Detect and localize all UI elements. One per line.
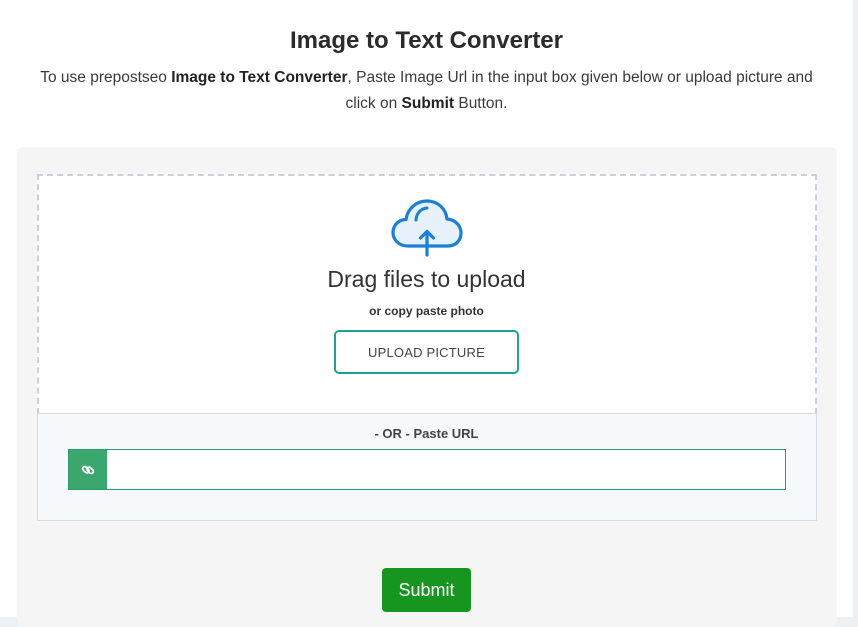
paste-url-label: - OR - Paste URL <box>374 426 479 441</box>
intro-text-part: To use prepostseo <box>40 69 172 86</box>
upload-picture-button[interactable]: UPLOAD PICTURE <box>334 330 519 374</box>
intro-submit-word: Submit <box>401 95 455 112</box>
drag-files-text: Drag files to upload <box>327 266 526 292</box>
submit-button[interactable]: Submit <box>382 568 471 612</box>
intro-text: To use prepostseo Image to Text Converte… <box>28 65 825 117</box>
intro-tool-name: Image to Text Converter <box>171 69 348 86</box>
cloud-upload-icon <box>391 199 463 257</box>
intro-text-part: Button. <box>454 95 508 112</box>
page-container: Image to Text Converter To use prepostse… <box>0 0 853 627</box>
url-input-group <box>68 449 786 490</box>
image-url-input[interactable] <box>107 450 785 489</box>
link-icon <box>81 465 95 474</box>
link-icon-addon <box>69 450 107 489</box>
copy-paste-text: or copy paste photo <box>369 304 484 318</box>
page-title: Image to Text Converter <box>290 27 563 54</box>
